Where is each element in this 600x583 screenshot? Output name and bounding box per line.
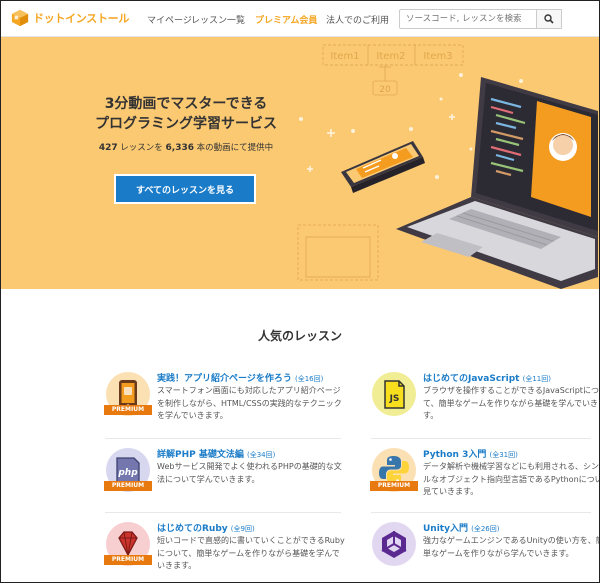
lesson-card-javascript[interactable]: JS はじめてのJavaScript (全11回) ブラウザを操作することができ… [371,371,600,439]
nav-premium[interactable]: プレミアム会員 [255,13,317,26]
lesson-icon-wrap: JS [371,371,417,417]
divider [105,512,341,513]
lesson-card-python[interactable]: PREMIUM Python 3入門 (全31回) データ解析や機械学習などにも… [370,447,600,515]
nav-mypage[interactable]: マイページ [147,13,192,26]
premium-badge: PREMIUM [370,481,418,491]
js-icon: JS [372,372,416,416]
lesson-card-ruby[interactable]: PREMIUM はじめてのRuby (全9回) 短いコードで直感的に書いていくこ… [104,521,345,582]
lesson-icon-wrap [371,521,417,567]
lesson-title[interactable]: Unity入門 (全26回) [423,521,500,534]
premium-badge: PREMIUM [104,555,152,565]
logo-cube-icon [11,9,29,27]
lesson-desc: スマートフォン画面にも対応したアプリ紹介ページを制作しながら、HTML/CSSの… [157,386,342,420]
site-header: ドットインストール マイページ レッスン一覧 プレミアム会員 法人でのご利用 [1,1,599,37]
page-frame: ドットインストール マイページ レッスン一覧 プレミアム会員 法人でのご利用 ソ… [0,0,600,583]
lesson-desc: 強力なゲームエンジンであるUnityの使い方を、簡単なゲームを作りながら学んでい… [423,536,600,558]
divider [105,438,341,439]
hero-title: 3分動画でマスターできる プログラミング学習サービス [61,94,311,134]
lesson-desc: ブラウザを操作することができるJavaScriptについて、簡単なゲームを作りな… [423,386,600,420]
lesson-title[interactable]: 詳解PHP 基礎文法編 (全34回) [157,447,275,460]
lesson-count: (全34回) [247,451,276,459]
lesson-count: (全16回) [294,375,324,383]
nav-lessons[interactable]: レッスン一覧 [191,13,245,26]
all-lessons-button[interactable]: すべてのレッスンを見る [114,174,256,204]
wireframe-tab-2: Item2 [376,51,405,62]
videos-suffix: 本の動画にて提供中 [193,143,274,153]
lesson-title[interactable]: 実践！アプリ紹介ページを作ろう (全16回) [157,371,323,384]
lesson-title[interactable]: はじめてのRuby (全9回) [157,521,255,534]
lessons-count: 427 [98,143,118,153]
divider [371,438,591,439]
lesson-card-app-page[interactable]: PREMIUM 実践！アプリ紹介ページを作ろう (全16回) スマートフォン画面… [104,371,345,439]
lesson-desc: Webサービス開発でよく使われるPHPの基礎的な文法について学んでいきます。 [157,462,342,484]
hero-stats: 427 レッスンを 6,336 本の動画にて提供中 [61,141,311,153]
lesson-count: (全31回) [489,451,518,459]
search-icon [544,14,554,24]
laptop-illustration [396,77,598,289]
logo-text: ドットインストール [33,12,130,25]
wireframe-number: 20 [379,85,391,95]
svg-text:php: php [117,468,138,478]
search-button[interactable] [536,9,562,29]
lesson-title[interactable]: Python 3入門 (全31回) [423,447,518,460]
lesson-card-unity[interactable]: Unity入門 (全26回) 強力なゲームエンジンであるUnityの使い方を、簡… [371,521,600,582]
svg-text:JS: JS [389,394,400,404]
premium-badge: PREMIUM [104,481,152,491]
lesson-desc: 短いコードで直感的に書いていくことができるRubyについて、簡単なゲームを作りな… [157,536,345,570]
wireframe-tab-1: Item1 [330,51,359,62]
hero-illustration: Item1 Item2 Item3 20 [297,44,598,289]
logo[interactable]: ドットインストール [11,9,129,27]
videos-count: 6,336 [165,143,194,153]
lesson-card-php[interactable]: php PREMIUM 詳解PHP 基礎文法編 (全34回) Webサービス開発… [104,447,345,515]
lesson-desc: データ解析や機械学習などにも利用される、シンプルなオブジェクト指向型言語であるP… [423,462,600,496]
wireframe-tab-3: Item3 [423,51,452,62]
section-title: 人気のレッスン [257,329,342,343]
lesson-count: (全26回) [471,525,500,533]
hero-title-line2: プログラミング学習サービス [95,116,277,132]
divider [371,512,591,513]
lesson-count: (全9回) [230,525,255,533]
lesson-count: (全11回) [522,375,551,383]
phone-illustration [341,141,425,193]
premium-badge: PREMIUM [104,405,152,415]
hero-banner: Item1 Item2 Item3 20 3分動画でマスターできる プログラミン… [1,37,599,289]
hero-title-line1: 3分動画でマスターできる [104,96,268,112]
nav-business[interactable]: 法人でのご利用 [326,13,389,26]
lessons-suffix: レッスンを [117,143,166,153]
lesson-title[interactable]: はじめてのJavaScript (全11回) [423,371,551,384]
unity-icon [372,522,416,566]
